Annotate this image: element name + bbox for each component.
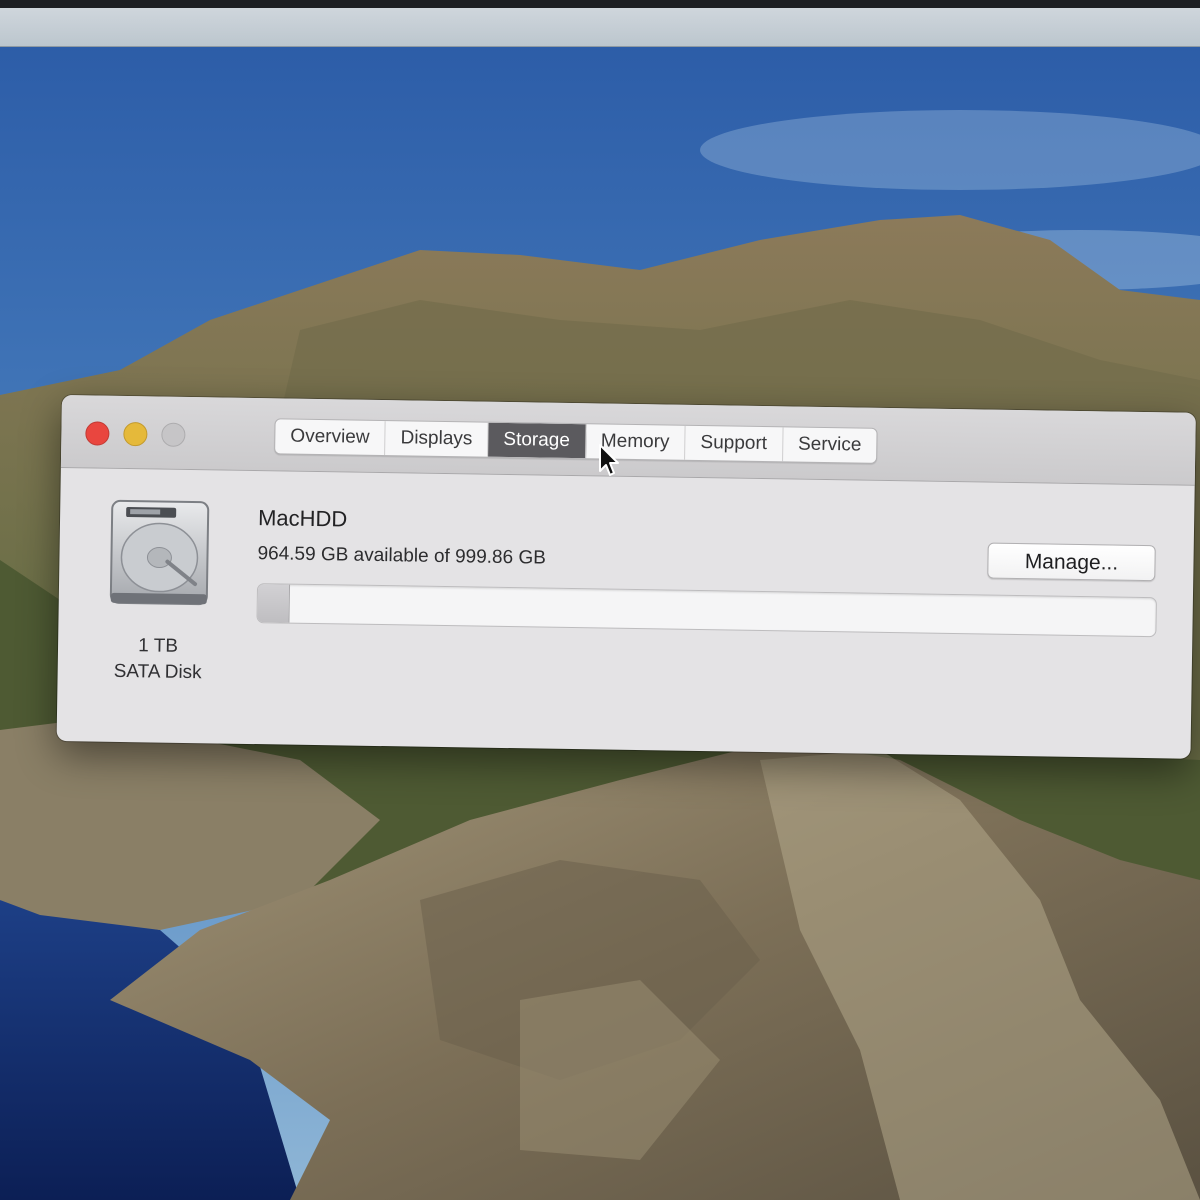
disk-type: SATA Disk — [113, 660, 202, 684]
desktop: Overview Displays Storage Memory Support… — [0, 0, 1200, 1200]
disk-capacity: 1 TB — [138, 635, 179, 657]
hard-disk-icon — [109, 499, 210, 606]
mouse-pointer-icon — [599, 444, 619, 476]
zoom-window-button — [161, 422, 186, 447]
manage-button[interactable]: Manage... — [987, 542, 1156, 582]
close-window-button[interactable] — [85, 421, 110, 446]
storage-pane: 1 TB SATA Disk MacHDD 964.59 GB availabl… — [57, 468, 1195, 759]
tab-support[interactable]: Support — [685, 425, 784, 462]
volume-name: MacHDD — [257, 505, 348, 532]
tab-overview[interactable]: Overview — [275, 419, 386, 456]
volume-availability: 964.59 GB available of 999.86 GB — [257, 543, 547, 569]
storage-used-segment — [257, 584, 291, 623]
tab-bar: Overview Displays Storage Memory Support… — [274, 418, 878, 464]
tab-storage[interactable]: Storage — [488, 422, 587, 459]
disk-caption: 1 TB SATA Disk — [91, 633, 224, 687]
about-this-mac-window: Overview Displays Storage Memory Support… — [56, 395, 1196, 759]
tab-service[interactable]: Service — [783, 427, 877, 462]
minimize-window-button[interactable] — [123, 421, 148, 447]
menu-bar — [0, 8, 1200, 47]
screen-bezel — [0, 0, 1200, 8]
tab-displays[interactable]: Displays — [385, 421, 489, 457]
storage-usage-bar — [256, 583, 1157, 638]
